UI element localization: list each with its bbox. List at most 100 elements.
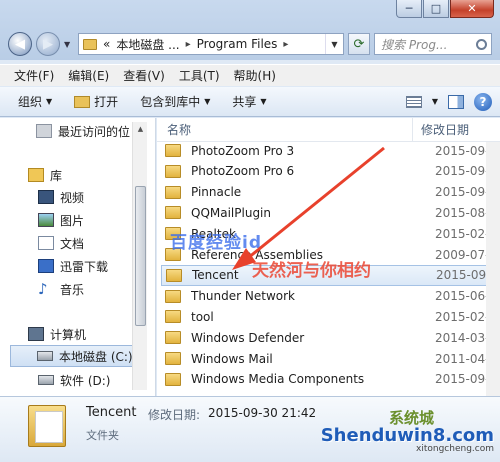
table-row[interactable]: PhotoZoom Pro 6 2015-09- <box>161 161 500 182</box>
pictures-icon <box>38 213 54 227</box>
search-icon[interactable] <box>476 38 487 50</box>
breadcrumb-program-files[interactable]: Program Files <box>197 37 278 51</box>
share-label: 共享 <box>232 95 257 109</box>
address-bar[interactable]: « 本地磁盘 ... ▸ Program Files ▸ ▼ <box>78 33 344 55</box>
folder-icon <box>165 185 181 199</box>
table-row[interactable]: Windows Media Components 2015-09- <box>161 369 500 390</box>
menu-edit[interactable]: 编辑(E) <box>68 67 109 84</box>
folder-icon <box>165 372 181 386</box>
open-label: 打开 <box>94 95 119 109</box>
menu-view[interactable]: 查看(V) <box>123 67 165 84</box>
share-button[interactable]: 共享 ▼ <box>232 93 266 110</box>
file-date: 2014-03- <box>435 330 490 345</box>
table-row[interactable]: Thunder Network 2015-06- <box>161 286 500 307</box>
nav-label: 最近访问的位 <box>58 124 131 139</box>
chevron-down-icon: ▼ <box>204 97 211 106</box>
large-folder-icon <box>28 405 66 447</box>
menu-bar: 文件(F) 编辑(E) 查看(V) 工具(T) 帮助(H) <box>0 64 500 86</box>
open-button[interactable]: 打开 <box>74 93 118 110</box>
file-date: 2015-02- <box>435 226 490 241</box>
include-library-label: 包含到库中 <box>140 95 201 109</box>
table-row[interactable]: Windows Defender 2014-03- <box>161 327 500 348</box>
file-date: 2015-08- <box>435 205 490 220</box>
nav-item-software-d[interactable]: 软件 (D:) <box>38 369 170 391</box>
search-input[interactable]: 搜索 Prog... <box>374 33 492 55</box>
command-bar: 组织 ▼ 打开 包含到库中 ▼ 共享 ▼ ▼ ? <box>0 87 500 117</box>
scroll-up-arrow[interactable]: ▲ <box>133 122 148 136</box>
nav-item-thunder[interactable]: 迅雷下载 <box>38 255 170 277</box>
chevron-down-icon: ▼ <box>46 97 53 106</box>
nav-label: 音乐 <box>60 282 85 297</box>
refresh-button[interactable]: ⟳ <box>348 33 370 55</box>
breadcrumb-local-disk[interactable]: 本地磁盘 ... <box>116 36 179 53</box>
documents-icon <box>38 236 54 250</box>
table-row[interactable]: tool 2015-02- <box>161 306 500 327</box>
table-row[interactable]: PhotoZoom Pro 3 2015-09- <box>161 140 500 161</box>
site-watermark-logo: 系统城 Shenduwin8.com xitongcheng.com <box>320 409 494 454</box>
file-date: 2011-04- <box>435 351 490 366</box>
file-name: PhotoZoom Pro 3 <box>191 143 295 158</box>
column-date-header[interactable]: 修改日期 <box>413 118 500 141</box>
organize-button[interactable]: 组织 ▼ <box>18 93 52 110</box>
view-options-icon[interactable] <box>405 95 422 108</box>
back-button[interactable]: ◀ <box>8 32 32 56</box>
site-cn-watermark: 系统城 <box>388 409 434 427</box>
breadcrumb-separator[interactable]: ▸ <box>283 39 288 50</box>
details-pane: Tencent 修改日期: 2015-09-30 21:42 文件夹 系统城 S… <box>0 396 500 462</box>
file-date: 2009-07- <box>435 247 490 262</box>
address-overflow[interactable]: « <box>103 37 110 51</box>
nav-label: 本地磁盘 (C:) <box>59 349 133 364</box>
nav-item-pictures[interactable]: 图片 <box>38 209 170 231</box>
file-date: 2015-09- <box>436 268 491 283</box>
file-name: Windows Mail <box>191 351 273 366</box>
maximize-button[interactable]: □ <box>423 0 449 18</box>
folder-icon <box>165 289 181 303</box>
nav-label: 视频 <box>60 190 85 205</box>
nav-label: 迅雷下载 <box>60 259 109 274</box>
menu-help[interactable]: 帮助(H) <box>234 67 276 84</box>
nav-scrollbar[interactable]: ▲ <box>132 122 147 390</box>
table-row[interactable]: Pinnacle 2015-09- <box>161 182 500 203</box>
help-icon[interactable]: ? <box>474 92 492 111</box>
file-name: Pinnacle <box>191 185 242 200</box>
nav-item-documents[interactable]: 文档 <box>38 232 170 254</box>
chevron-down-icon: ▼ <box>431 97 438 106</box>
breadcrumb-separator[interactable]: ▸ <box>186 39 191 50</box>
folder-icon <box>165 352 181 365</box>
forward-button[interactable]: ▶ <box>36 32 60 56</box>
site-logo-text: Shenduwin8.com <box>320 425 494 446</box>
file-list-scrollbar[interactable] <box>486 142 500 396</box>
details-date-value: 2015-09-30 21:42 <box>208 406 317 420</box>
file-date: 2015-06- <box>435 289 490 304</box>
preview-pane-icon[interactable] <box>448 94 464 109</box>
table-row[interactable]: QQMailPlugin 2015-08- <box>161 202 500 223</box>
column-header: 名称 修改日期 <box>157 118 500 142</box>
nav-item-music[interactable]: ♪ 音乐 <box>38 278 170 300</box>
file-date: 2015-09- <box>435 143 490 158</box>
video-icon <box>38 190 54 204</box>
menu-file[interactable]: 文件(F) <box>14 67 54 84</box>
details-name: Tencent <box>86 405 137 420</box>
view-dropdown[interactable]: ▼ <box>432 97 438 106</box>
menu-tools[interactable]: 工具(T) <box>179 67 220 84</box>
table-row[interactable]: Windows Mail 2011-04- <box>161 348 500 369</box>
include-library-button[interactable]: 包含到库中 ▼ <box>140 93 210 110</box>
nav-label: 计算机 <box>50 327 87 342</box>
thunder-download-icon <box>38 259 54 273</box>
nav-item-recent[interactable]: 最近访问的位 <box>36 120 168 142</box>
address-dropdown-button[interactable]: ▼ <box>325 34 343 54</box>
close-button[interactable]: ✕ <box>450 0 494 18</box>
minimize-button[interactable]: ─ <box>396 0 422 18</box>
column-name-header[interactable]: 名称 <box>157 118 413 141</box>
recent-pages-dropdown[interactable]: ▼ <box>64 40 74 49</box>
nav-scroll-thumb[interactable] <box>135 186 146 326</box>
navigation-pane: 最近访问的位 库 视频 图片 文档 迅雷下载 ♪ 音乐 计算机 本地磁盘 (C:… <box>0 118 156 396</box>
file-name: QQMailPlugin <box>191 205 271 220</box>
explorer-window: ─ □ ✕ ◀ ▶ ▼ « 本地磁盘 ... ▸ Program Files ▸… <box>0 0 500 462</box>
file-date: 2015-02- <box>435 309 490 324</box>
nav-item-local-disk-c[interactable]: 本地磁盘 (C:) <box>10 345 134 367</box>
address-row: ◀ ▶ ▼ « 本地磁盘 ... ▸ Program Files ▸ ▼ ⟳ 搜… <box>8 30 492 58</box>
music-note-icon: ♪ <box>38 280 48 298</box>
folder-icon <box>165 164 181 178</box>
nav-item-video[interactable]: 视频 <box>38 186 170 208</box>
